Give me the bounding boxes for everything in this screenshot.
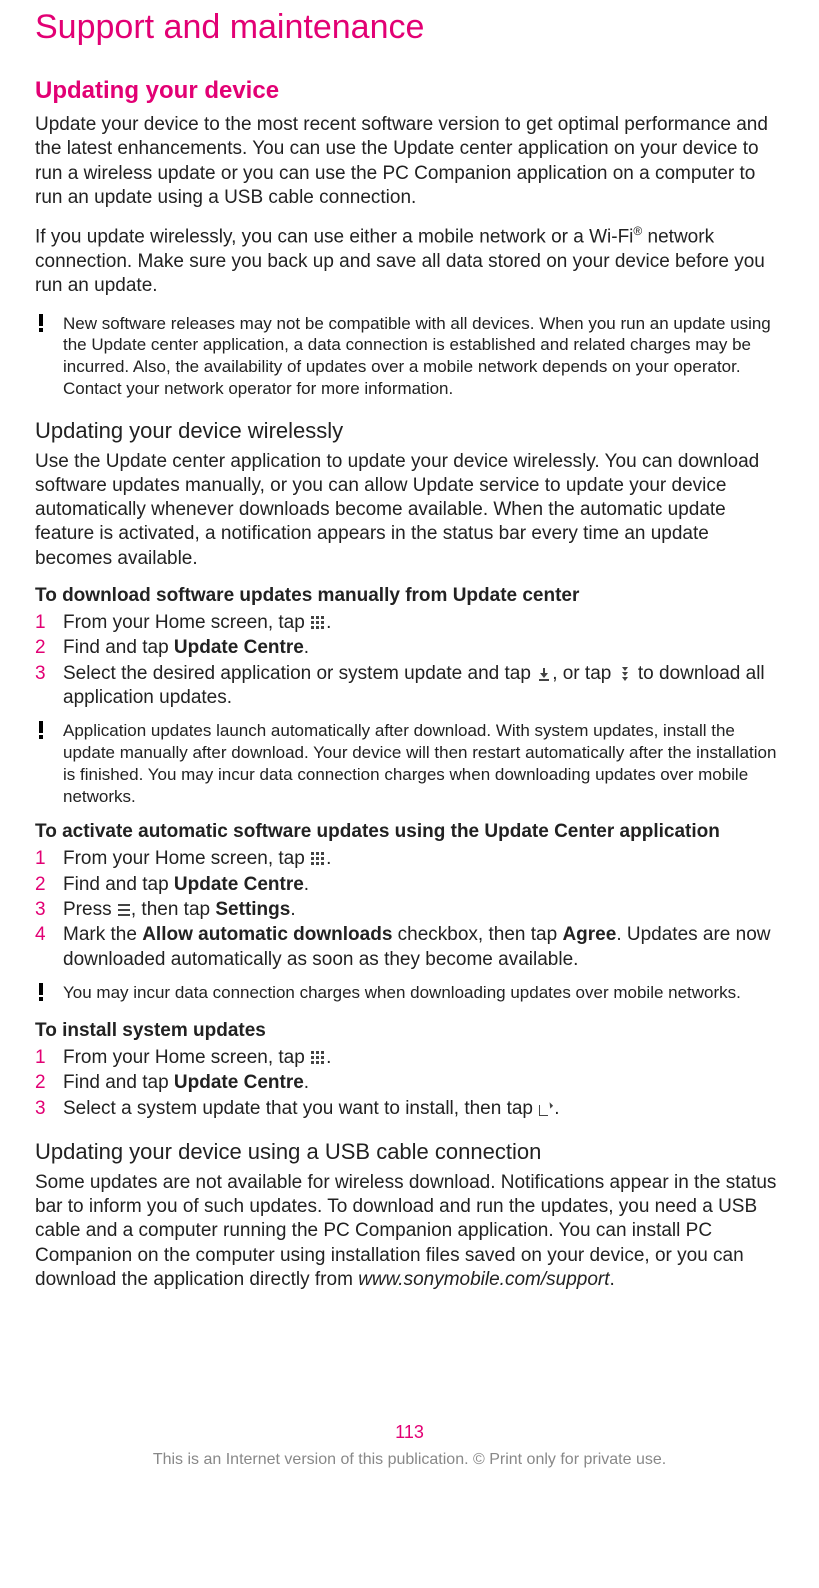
note: Application updates launch automatically… (35, 720, 784, 807)
step-number: 2 (35, 1071, 63, 1095)
step-number: 2 (35, 873, 63, 897)
note: New software releases may not be compati… (35, 313, 784, 400)
step-list: 1 From your Home screen, tap . 2 Find an… (35, 611, 784, 710)
step-item: 4 Mark the Allow automatic downloads che… (35, 923, 784, 972)
step-number: 3 (35, 662, 63, 686)
subsection-heading-wireless: Updating your device wirelessly (35, 418, 784, 444)
step-item: 1 From your Home screen, tap . (35, 611, 784, 635)
step-number: 3 (35, 898, 63, 922)
body-text: Some updates are not available for wirel… (35, 1171, 784, 1293)
step-number: 4 (35, 923, 63, 947)
note-text: New software releases may not be compati… (63, 313, 784, 400)
step-item: 2 Find and tap Update Centre. (35, 1071, 784, 1095)
step-number: 1 (35, 611, 63, 635)
body-text: Update your device to the most recent so… (35, 113, 784, 210)
step-number: 2 (35, 636, 63, 660)
caution-icon (35, 720, 63, 744)
footer-text: This is an Internet version of this publ… (35, 1451, 784, 1469)
note-text: You may incur data connection charges wh… (63, 982, 741, 1004)
support-link: www.sonymobile.com/support (358, 1269, 609, 1290)
menu-icon (118, 903, 130, 917)
section-heading-update-device: Updating your device (35, 77, 784, 105)
step-list: 1 From your Home screen, tap . 2 Find an… (35, 1046, 784, 1121)
step-item: 2 Find and tap Update Centre. (35, 636, 784, 660)
task-heading: To download software updates manually fr… (35, 585, 784, 607)
subsection-heading-usb: Updating your device using a USB cable c… (35, 1139, 784, 1165)
step-list: 1 From your Home screen, tap . 2 Find an… (35, 847, 784, 972)
step-number: 1 (35, 1046, 63, 1070)
download-all-icon (618, 667, 632, 681)
open-icon (539, 1102, 553, 1116)
body-text: If you update wirelessly, you can use ei… (35, 224, 784, 298)
page-footer: 113 This is an Internet version of this … (35, 1422, 784, 1489)
caution-icon (35, 313, 63, 337)
step-item: 1 From your Home screen, tap . (35, 1046, 784, 1070)
step-item: 3 Press , then tap Settings. (35, 898, 784, 922)
step-item: 3 Select a system update that you want t… (35, 1097, 784, 1121)
page-title: Support and maintenance (35, 8, 784, 47)
body-text: Use the Update center application to upd… (35, 450, 784, 572)
step-number: 3 (35, 1097, 63, 1121)
apps-grid-icon (311, 1051, 325, 1065)
task-heading: To install system updates (35, 1020, 784, 1042)
step-number: 1 (35, 847, 63, 871)
caution-icon (35, 982, 63, 1006)
note: You may incur data connection charges wh… (35, 982, 784, 1006)
step-item: 1 From your Home screen, tap . (35, 847, 784, 871)
step-item: 2 Find and tap Update Centre. (35, 873, 784, 897)
task-heading: To activate automatic software updates u… (35, 821, 784, 843)
step-item: 3 Select the desired application or syst… (35, 662, 784, 711)
page-number: 113 (35, 1422, 784, 1443)
note-text: Application updates launch automatically… (63, 720, 784, 807)
apps-grid-icon (311, 616, 325, 630)
apps-grid-icon (311, 852, 325, 866)
download-icon (537, 667, 551, 681)
